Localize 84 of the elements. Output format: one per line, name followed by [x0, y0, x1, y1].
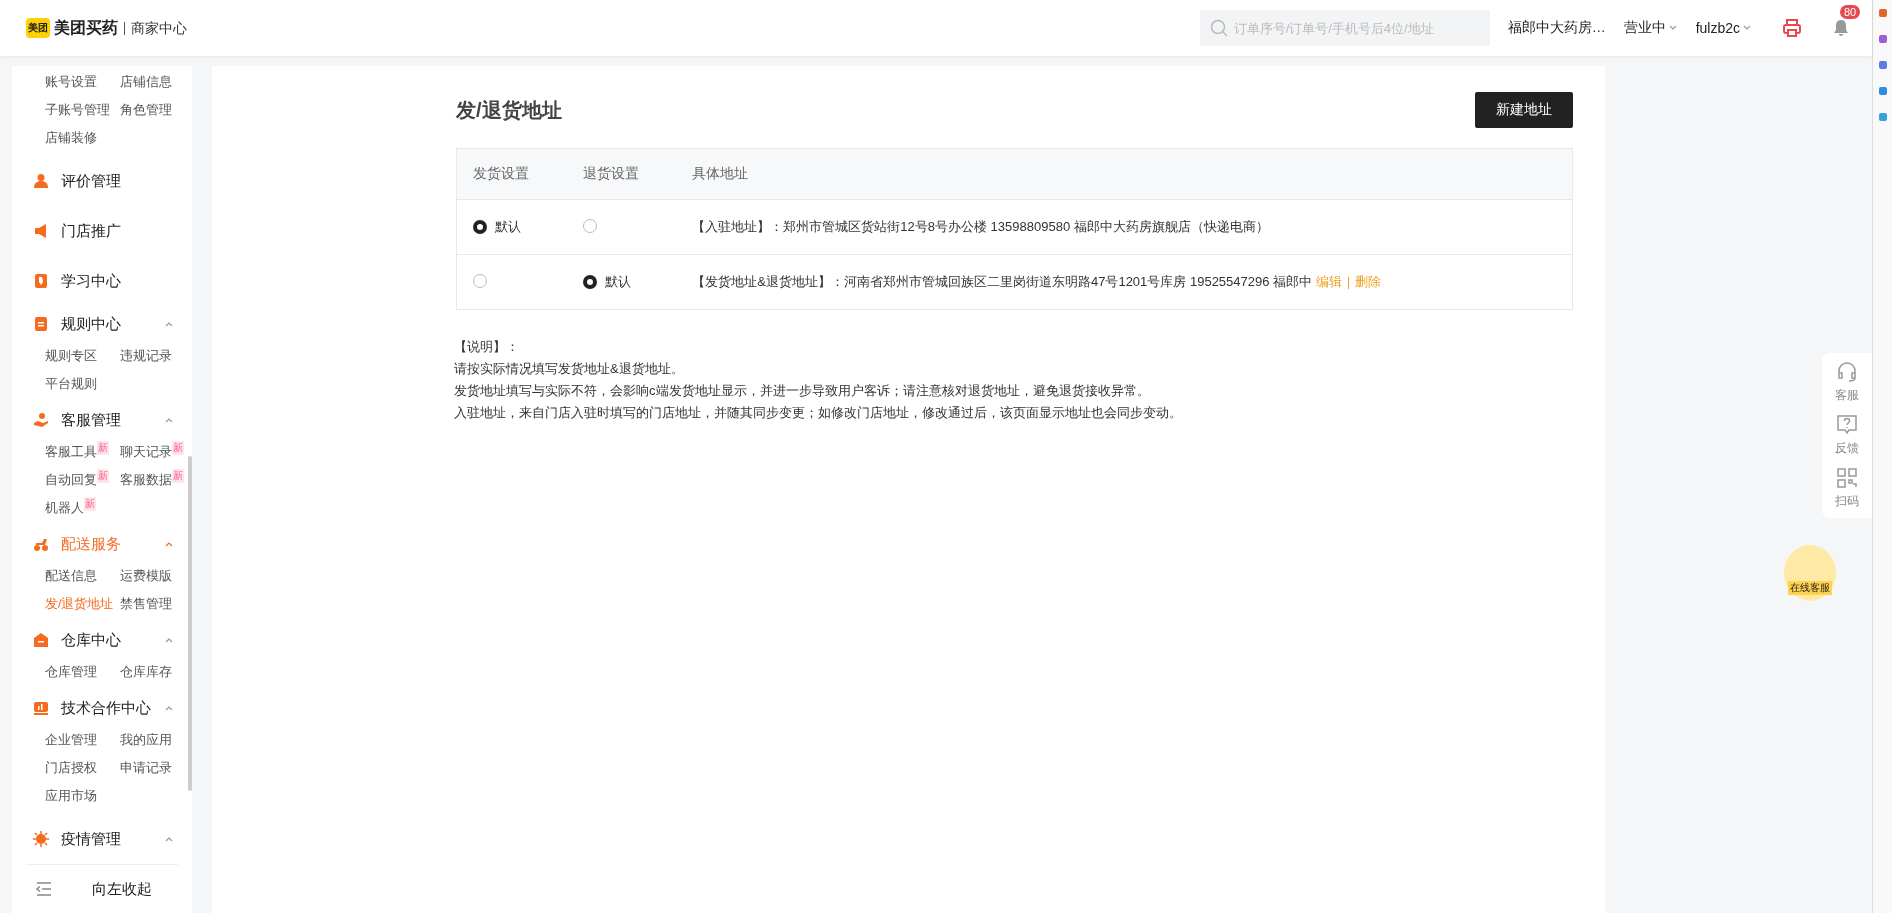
menu-item[interactable]: 申请记录 [120, 759, 172, 777]
new-badge: 新 [84, 497, 96, 511]
address-text: 【入驻地址】：郑州市管城区货站街12号8号办公楼 13598809580 福郎中大药房旗舰店（快递电商） [692, 219, 1269, 234]
extension-icon[interactable] [1877, 8, 1888, 18]
qr-code-icon [1836, 467, 1858, 489]
float-tool[interactable]: 扫码 [1835, 467, 1859, 510]
menu-item[interactable]: 应用市场 [45, 787, 97, 805]
menu-icon [33, 412, 49, 428]
menu-item[interactable]: 客服数据 [120, 471, 172, 489]
section-title: 商家中心 [124, 21, 187, 35]
menu-item[interactable]: 企业管理 [45, 731, 97, 749]
menu-item[interactable]: 角色管理 [120, 101, 172, 119]
menu-icon [33, 316, 49, 332]
menu-group[interactable]: 仓库中心 [61, 630, 164, 650]
logo-mark: 美团 [26, 18, 50, 38]
menu-item[interactable]: 子账号管理 [45, 101, 110, 119]
column-header: 具体地址 [676, 148, 1573, 200]
extension-icon[interactable] [1877, 34, 1888, 44]
menu-group[interactable]: 技术合作中心 [61, 698, 164, 718]
menu-item[interactable]: 平台规则 [45, 375, 97, 393]
menu-item[interactable]: 配送信息 [45, 567, 97, 585]
store-selector[interactable]: 福郎中大药房… [1507, 19, 1606, 37]
note-text: 入驻地址，来自门店入驻时填写的门店地址，并随其同步变更；如修改门店地址，修改通过后，该页面显示地址也会同步变动。 [454, 404, 1183, 422]
note-text: 请按实际情况填写发货地址&退货地址。 [454, 360, 685, 378]
menu-icon [33, 831, 49, 847]
radio-button[interactable] [582, 274, 597, 289]
menu-item[interactable]: 账号设置 [45, 73, 97, 91]
online-service-button[interactable]: 在线客服 [1784, 545, 1836, 601]
menu-icon [33, 273, 49, 289]
menu-item[interactable]: 运费模版 [120, 567, 172, 585]
menu-item[interactable]: 我的应用 [120, 731, 172, 749]
column-header: 退货设置 [566, 148, 677, 200]
note-text: 发货地址填写与实际不符，会影响c端发货地址显示，并进一步导致用户客诉；请注意核对退货地址，避免退货接收异常。 [454, 382, 1151, 400]
bell-icon[interactable] [1832, 19, 1850, 37]
menu-item[interactable]: 禁售管理 [120, 595, 172, 613]
menu-item[interactable]: 店铺信息 [120, 73, 172, 91]
menu-group[interactable]: 疫情管理 [61, 829, 164, 849]
menu-icon [33, 223, 49, 239]
menu-item[interactable]: 自动回复 [45, 471, 97, 489]
column-header: 发货设置 [456, 148, 567, 200]
menu-item[interactable]: 店铺装修 [45, 129, 97, 147]
note-text: 【说明】： [454, 338, 520, 356]
question-icon [1836, 414, 1858, 436]
menu-group[interactable]: 评价管理 [61, 171, 174, 191]
page-title: 发/退货地址 [456, 97, 562, 123]
menu-group[interactable]: 门店推广 [61, 221, 174, 241]
collapse-link[interactable]: 向左收起 [92, 879, 152, 899]
menu-item[interactable]: 机器人 [45, 499, 84, 517]
new-badge: 新 [97, 469, 109, 483]
new-badge: 新 [172, 441, 184, 455]
menu-icon [33, 536, 49, 552]
collapse-icon[interactable] [36, 882, 52, 896]
menu-group[interactable]: 学习中心 [61, 271, 174, 291]
headset-icon [1836, 361, 1858, 383]
menu-item[interactable]: 客服工具 [45, 443, 97, 461]
extension-icon[interactable] [1877, 112, 1888, 122]
menu-icon [33, 173, 49, 189]
printer-icon[interactable] [1782, 18, 1802, 38]
user-menu[interactable]: fulzb2c [1695, 20, 1740, 36]
menu-item[interactable]: 仓库管理 [45, 663, 97, 681]
menu-icon [33, 632, 49, 648]
notification-badge: 80 [1840, 5, 1861, 19]
menu-item[interactable]: 门店授权 [45, 759, 97, 777]
extension-icon[interactable] [1877, 86, 1888, 96]
new-badge: 新 [172, 469, 184, 483]
menu-group[interactable]: 规则中心 [61, 314, 164, 334]
menu-item[interactable]: 违规记录 [120, 347, 172, 365]
float-tool[interactable]: 客服 [1835, 361, 1859, 404]
default-label: 默认 [604, 272, 631, 291]
radio-button[interactable] [473, 219, 487, 234]
new-address-button[interactable]: 新建地址 [1475, 92, 1573, 128]
float-tool[interactable]: 反馈 [1835, 414, 1859, 457]
scrollbar[interactable] [188, 456, 192, 791]
brand-name: 美团买药 [54, 17, 118, 38]
address-text: 【发货地址&退货地址】：河南省郑州市管城回族区二里岗街道东明路47号1201号库房 19525547296 福郎中 [692, 274, 1313, 289]
menu-group[interactable]: 客服管理 [61, 410, 164, 430]
menu-icon [33, 700, 49, 716]
menu-item[interactable]: 聊天记录 [120, 443, 172, 461]
menu-item[interactable]: 规则专区 [45, 347, 97, 365]
default-label: 默认 [495, 217, 521, 236]
new-badge: 新 [97, 441, 109, 455]
status-selector[interactable]: 营业中 [1623, 19, 1666, 37]
menu-item[interactable]: 仓库库存 [120, 663, 172, 681]
extension-icon[interactable] [1877, 60, 1888, 70]
